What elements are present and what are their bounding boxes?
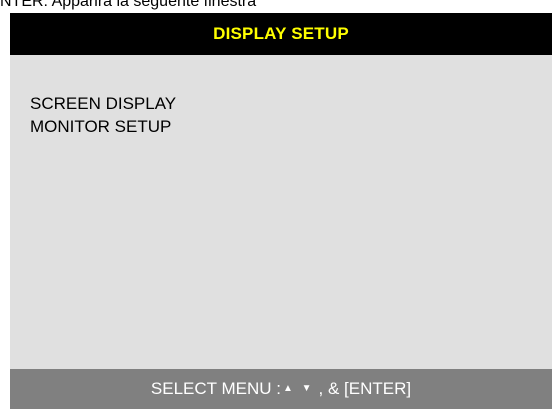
- footer-prefix: SELECT MENU :: [150, 379, 281, 398]
- menu-item-screen-display[interactable]: SCREEN DISPLAY: [30, 92, 176, 115]
- footer-suffix: , & [ENTER]: [318, 379, 412, 398]
- title-bar: DISPLAY SETUP: [10, 13, 552, 55]
- osd-title: DISPLAY SETUP: [213, 24, 349, 43]
- setup-menu: SCREEN DISPLAY MONITOR SETUP: [30, 92, 176, 138]
- instruction-caption: NTER: Apparirà la seguente finestra: [0, 0, 257, 10]
- up-down-arrows-icon: ▲ ▼: [282, 382, 315, 394]
- menu-item-monitor-setup[interactable]: MONITOR SETUP: [30, 115, 176, 138]
- display-setup-osd: DISPLAY SETUP SCREEN DISPLAY MONITOR SET…: [10, 13, 552, 409]
- footer-hint: SELECT MENU : ▲ ▼ , & [ENTER]: [10, 369, 552, 409]
